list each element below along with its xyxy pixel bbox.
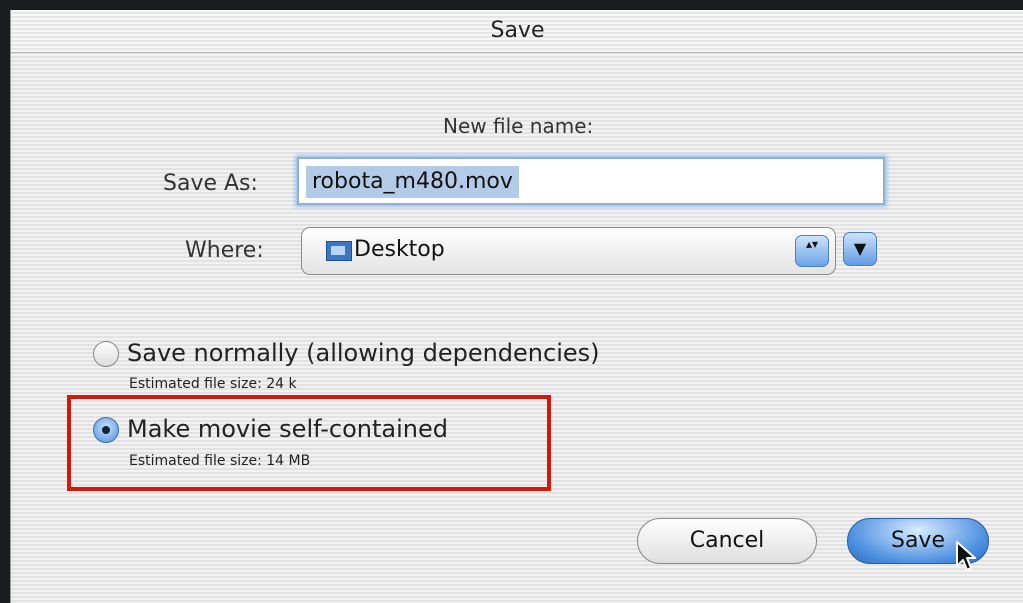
filename-text: robota_m480.mov <box>306 166 519 198</box>
save-normally-size: Estimated file size: 24 k <box>129 376 297 392</box>
expand-button[interactable]: ▼ <box>843 232 877 266</box>
where-popup[interactable]: Desktop ▴▾ <box>301 227 836 275</box>
highlight-box <box>67 395 551 491</box>
updown-arrows-icon: ▴▾ <box>795 235 829 267</box>
folder-icon <box>326 241 352 261</box>
mouse-cursor-icon <box>956 541 976 571</box>
where-label: Where: <box>185 238 264 263</box>
new-file-name-label: New file name: <box>443 114 594 138</box>
where-value: Desktop <box>354 237 445 262</box>
save-as-label: Save As: <box>163 171 258 196</box>
save-normally-label[interactable]: Save normally (allowing dependencies) <box>127 339 600 367</box>
save-dialog: Save New file name: Save As: robota_m480… <box>10 10 1023 603</box>
dialog-title: Save <box>11 10 1023 53</box>
cancel-button[interactable]: Cancel <box>637 518 817 564</box>
save-as-input[interactable]: robota_m480.mov <box>297 157 885 205</box>
save-normally-radio[interactable] <box>93 341 119 367</box>
